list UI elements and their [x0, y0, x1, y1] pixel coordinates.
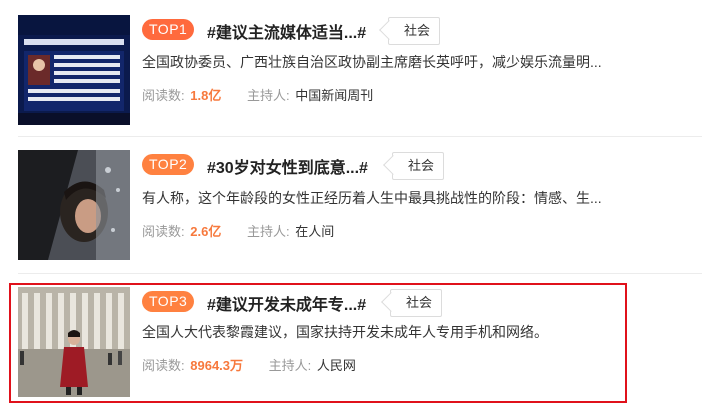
host-label: 主持人: [246, 224, 290, 239]
topic-meta: 阅读数: 2.6亿 主持人: 在人间 [142, 221, 334, 240]
topic-description: 全国政协委员、广西壮族自治区政协副主席磨长英呼吁，减少娱乐流量明... [142, 54, 602, 70]
rank-badge: TOP2 [142, 154, 195, 175]
category-tag[interactable]: 社会 [388, 17, 441, 45]
highlight-box [9, 283, 627, 403]
host-name: 中国新闻周刊 [295, 88, 374, 103]
topic-description: 有人称，这个年龄段的女性正经历着人生中最具挑战性的阶段：情感、生... [142, 190, 602, 206]
topic-item[interactable]: TOP2 #30岁对女性到底意...# 社会 有人称，这个年龄段的女性正经历着人… [0, 136, 716, 270]
rank-badge: TOP1 [142, 19, 195, 40]
host-label: 主持人: [246, 88, 290, 103]
reads-label: 阅读数: [142, 88, 185, 103]
thumbnail-image [18, 15, 130, 125]
topic-meta: 阅读数: 1.8亿 主持人: 中国新闻周刊 [142, 85, 373, 104]
reads-label: 阅读数: [142, 224, 185, 239]
topic-title-link[interactable]: #30岁对女性到底意...# [207, 154, 368, 178]
topic-thumbnail[interactable] [18, 15, 130, 125]
reads-count: 2.6亿 [190, 224, 222, 239]
topic-thumbnail[interactable] [18, 150, 130, 260]
host-name: 在人间 [295, 224, 335, 239]
category-tag[interactable]: 社会 [392, 152, 445, 180]
topic-title-link[interactable]: #建议主流媒体适当...# [207, 19, 366, 43]
thumbnail-image [18, 150, 130, 260]
topic-item[interactable]: TOP1 #建议主流媒体适当...# 社会 全国政协委员、广西壮族自治区政协副主… [0, 0, 716, 134]
reads-count: 1.8亿 [190, 88, 222, 103]
